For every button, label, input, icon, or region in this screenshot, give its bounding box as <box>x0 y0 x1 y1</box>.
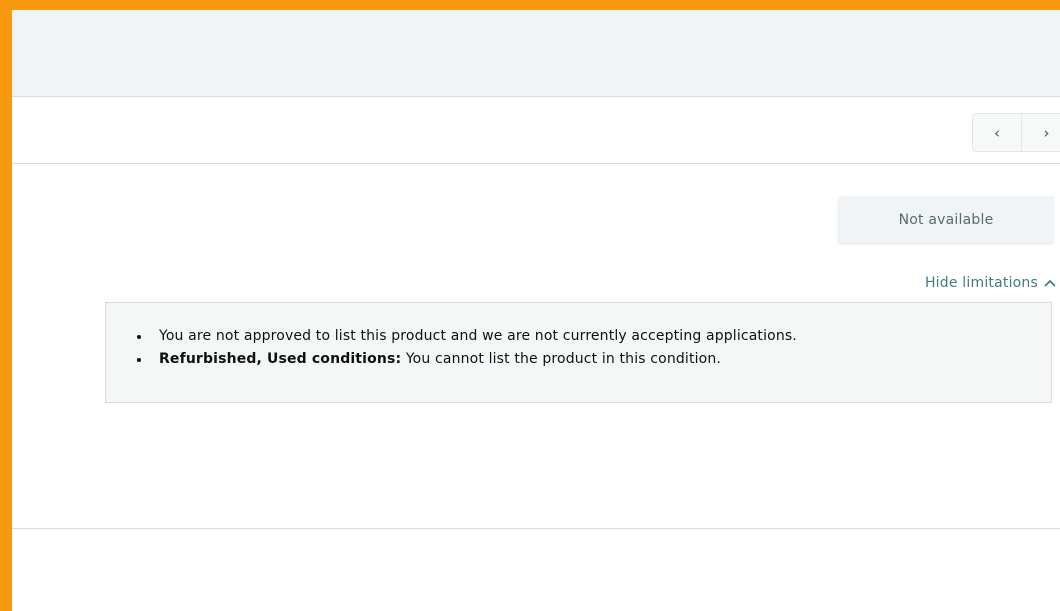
limitations-panel: You are not approved to list this produc… <box>105 302 1052 403</box>
chevron-up-icon <box>1044 276 1056 290</box>
next-offer-row <box>12 528 1060 606</box>
offer-content: Not available Hide limitations You are n… <box>12 164 1060 528</box>
limitations-list: You are not approved to list this produc… <box>134 325 1051 371</box>
footer-band <box>12 605 1060 611</box>
not-available-button[interactable]: Not available <box>838 196 1054 243</box>
hide-limitations-link[interactable]: Hide limitations <box>925 275 1056 291</box>
next-button[interactable]: › <box>1022 113 1060 152</box>
header-band <box>12 10 1060 97</box>
limitation-item-bold: Refurbished, Used conditions: <box>159 351 402 367</box>
chevron-left-icon: ‹ <box>994 123 1000 142</box>
limitation-item: You are not approved to list this produc… <box>134 325 1051 348</box>
hide-limitations-label: Hide limitations <box>924 275 1038 291</box>
limitation-item-text: You are not approved to list this produc… <box>159 328 797 344</box>
limitation-item: Refurbished, Used conditions: You cannot… <box>134 348 1051 371</box>
limitation-item-text: You cannot list the product in this cond… <box>401 351 721 367</box>
chevron-right-icon: › <box>1043 123 1050 142</box>
pager-row: ‹ › <box>12 97 1060 164</box>
previous-button[interactable]: ‹ <box>972 113 1022 152</box>
pagination-controls: ‹ › <box>972 113 1060 152</box>
highlight-frame: ‹ › Not available Hide limitations You a… <box>0 0 1060 611</box>
